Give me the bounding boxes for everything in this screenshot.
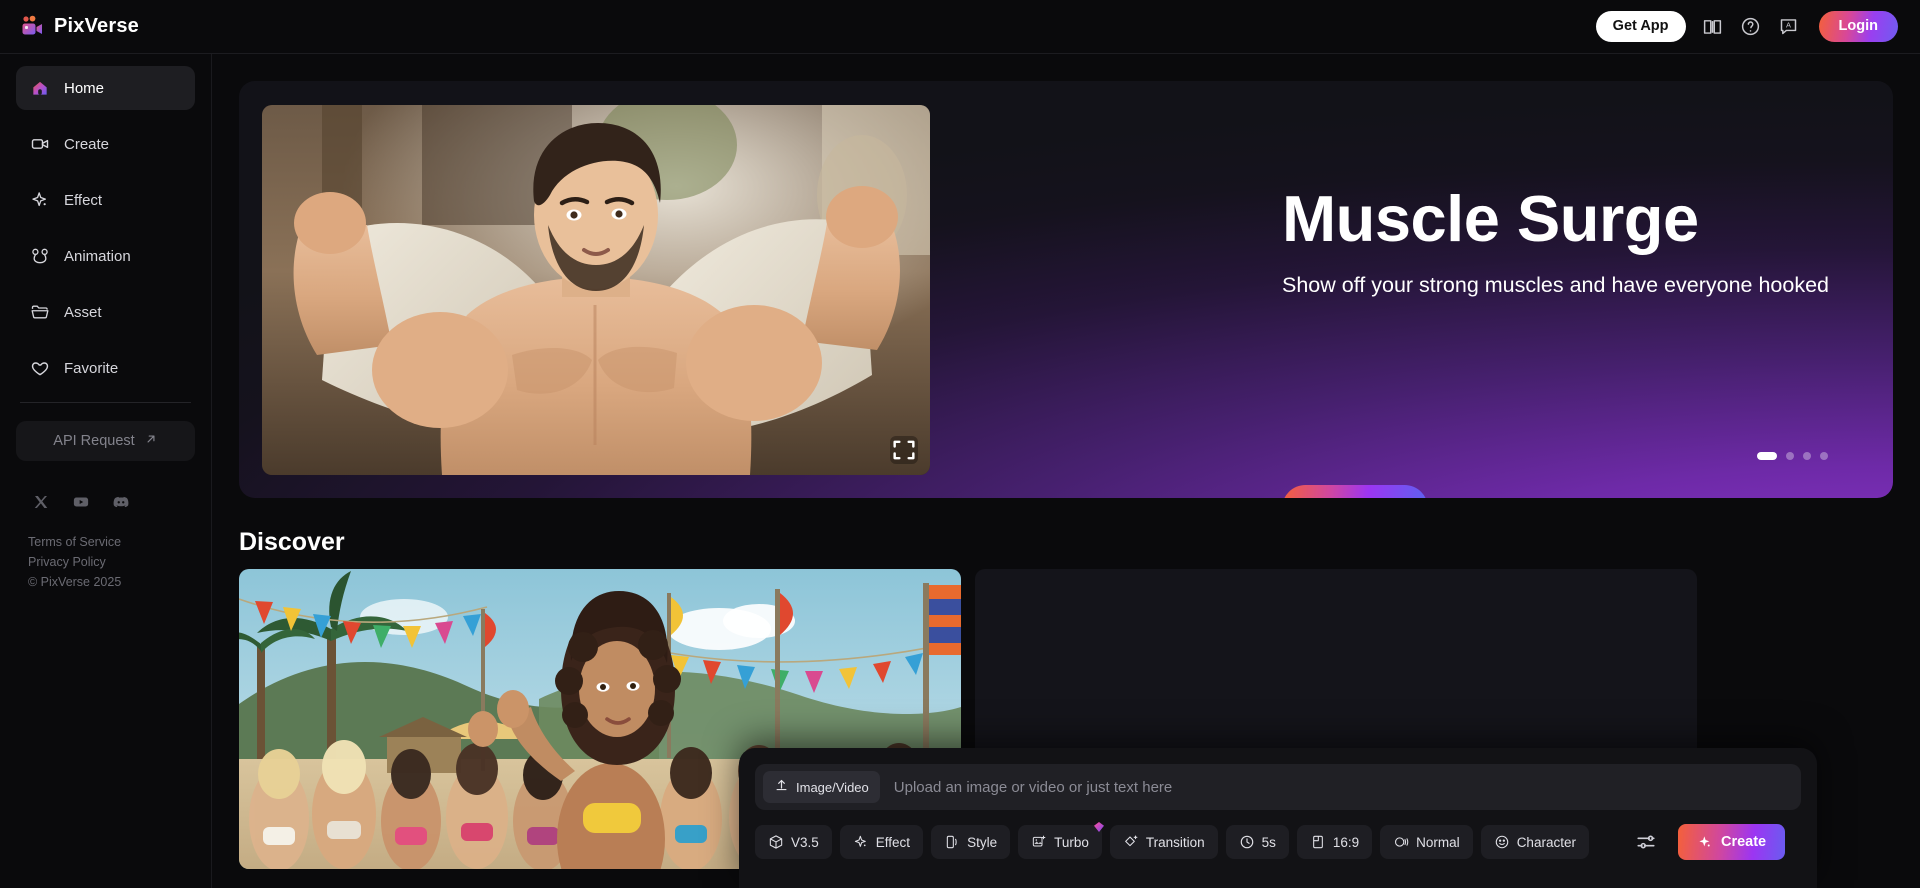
chip-label: Character xyxy=(1516,834,1576,850)
prompt-options-row: V3.5 Effect Style Turbo Transition 5s 16… xyxy=(755,822,1801,860)
hero-banner: Muscle Surge Show off your strong muscle… xyxy=(239,81,1893,498)
sidebar-divider xyxy=(20,402,191,403)
app-header: PixVerse Get App A Login xyxy=(0,0,1920,54)
sidebar-item-label: Create xyxy=(64,135,110,153)
carousel-dot-2[interactable] xyxy=(1786,452,1794,460)
chip-style[interactable]: Style xyxy=(931,825,1011,859)
sidebar-item-effect[interactable]: Effect xyxy=(16,178,195,222)
main-content: Muscle Surge Show off your strong muscle… xyxy=(212,54,1920,888)
youtube-icon[interactable] xyxy=(72,493,90,511)
create-button[interactable]: Create xyxy=(1677,824,1786,860)
chip-motion[interactable]: Normal xyxy=(1380,825,1473,859)
upload-image-video-button[interactable]: Image/Video xyxy=(763,771,880,803)
sidebar-footer: Terms of Service Privacy Policy © PixVer… xyxy=(16,511,195,589)
gem-badge-icon xyxy=(1093,821,1105,833)
sidebar-item-label: Animation xyxy=(64,247,131,265)
api-request-button[interactable]: API Request xyxy=(16,421,195,461)
sliders-icon[interactable] xyxy=(1633,829,1659,855)
chip-effect[interactable]: Effect xyxy=(839,825,924,859)
chip-transition[interactable]: Transition xyxy=(1109,825,1218,859)
chip-duration[interactable]: 5s xyxy=(1225,825,1289,859)
svg-text:A: A xyxy=(1786,21,1791,30)
chip-turbo[interactable]: Turbo xyxy=(1018,822,1104,859)
hero-title: Muscle Surge xyxy=(1282,182,1699,255)
chip-label: 16:9 xyxy=(1332,834,1360,850)
video-camera-logo-icon xyxy=(19,14,45,40)
mouse-head-icon xyxy=(30,246,50,266)
cube-icon xyxy=(768,834,784,850)
try-now-button[interactable]: Try Now xyxy=(1282,485,1428,498)
copyright-text: © PixVerse 2025 xyxy=(28,575,122,589)
chip-label: 5s xyxy=(1261,834,1276,850)
sidebar-item-home[interactable]: Home xyxy=(16,66,195,110)
home-icon xyxy=(30,78,50,98)
upload-button-label: Image/Video xyxy=(796,779,869,795)
fullscreen-expand-icon[interactable] xyxy=(890,436,918,464)
sparkle-icon xyxy=(853,834,869,850)
login-button[interactable]: Login xyxy=(1818,11,1898,42)
x-twitter-icon[interactable] xyxy=(32,493,50,511)
get-app-button[interactable]: Get App xyxy=(1595,11,1686,42)
arrow-up-right-icon xyxy=(144,432,158,450)
discover-heading: Discover xyxy=(239,528,345,556)
smiley-face-icon xyxy=(1494,834,1510,850)
carousel-dot-1[interactable] xyxy=(1757,452,1777,460)
brand-name: PixVerse xyxy=(54,15,140,37)
aspect-ratio-icon xyxy=(1310,834,1326,850)
prompt-input[interactable] xyxy=(879,778,1793,796)
chip-label: Style xyxy=(967,834,998,850)
upload-icon xyxy=(774,778,789,796)
chip-label: Turbo xyxy=(1054,834,1089,850)
brand-logo[interactable]: PixVerse xyxy=(0,14,139,40)
sparkle-icon xyxy=(30,190,50,210)
discord-icon[interactable] xyxy=(112,493,130,511)
hero-subtitle: Show off your strong muscles and have ev… xyxy=(1282,273,1829,297)
carousel-dots xyxy=(1757,452,1828,460)
terms-of-service-link[interactable]: Terms of Service xyxy=(28,535,195,549)
sidebar-item-animation[interactable]: Animation xyxy=(16,234,195,278)
translate-icon[interactable]: A xyxy=(1778,16,1800,38)
folder-icon xyxy=(30,302,50,322)
social-links xyxy=(16,461,195,511)
clock-icon xyxy=(1239,834,1255,850)
prompt-bar: Image/Video V3.5 xyxy=(739,748,1817,888)
carousel-dot-4[interactable] xyxy=(1820,452,1828,460)
hero-copy: Muscle Surge Show off your strong muscle… xyxy=(1282,186,1829,298)
sidebar-item-label: Effect xyxy=(64,191,103,209)
chip-model-version[interactable]: V3.5 xyxy=(755,825,832,859)
api-request-label: API Request xyxy=(53,433,135,449)
diamond-plus-icon xyxy=(1123,834,1139,850)
sidebar-item-label: Favorite xyxy=(64,359,119,377)
hero-video-thumbnail[interactable] xyxy=(262,105,930,475)
heart-icon xyxy=(30,358,50,378)
sidebar: Home Create Effect Animation Asset Favor… xyxy=(0,54,212,888)
sidebar-item-label: Asset xyxy=(64,303,102,321)
privacy-policy-link[interactable]: Privacy Policy xyxy=(28,555,195,569)
app-root: PixVerse Get App A Login Home Create Eff… xyxy=(0,0,1920,888)
help-circle-icon[interactable] xyxy=(1740,16,1762,38)
turbo-image-icon xyxy=(1031,834,1047,850)
chip-label: Normal xyxy=(1416,834,1460,850)
sparkle-icon xyxy=(1697,834,1713,850)
carousel-dot-3[interactable] xyxy=(1803,452,1811,460)
style-panel-icon xyxy=(944,834,960,850)
chip-label: Transition xyxy=(1145,834,1205,850)
sidebar-item-create[interactable]: Create xyxy=(16,122,195,166)
chip-label: V3.5 xyxy=(791,834,819,850)
chip-label: Effect xyxy=(875,834,911,850)
sidebar-item-favorite[interactable]: Favorite xyxy=(16,346,195,390)
header-actions: Get App A Login xyxy=(1595,11,1920,42)
sidebar-item-label: Home xyxy=(64,79,105,97)
create-button-label: Create xyxy=(1720,834,1767,850)
motion-icon xyxy=(1393,834,1409,850)
chip-aspect-ratio[interactable]: 16:9 xyxy=(1296,825,1373,859)
chip-character[interactable]: Character xyxy=(1480,825,1589,859)
video-camera-icon xyxy=(30,134,50,154)
book-icon[interactable] xyxy=(1702,16,1724,38)
prompt-input-row: Image/Video xyxy=(755,764,1801,810)
sidebar-item-asset[interactable]: Asset xyxy=(16,290,195,334)
